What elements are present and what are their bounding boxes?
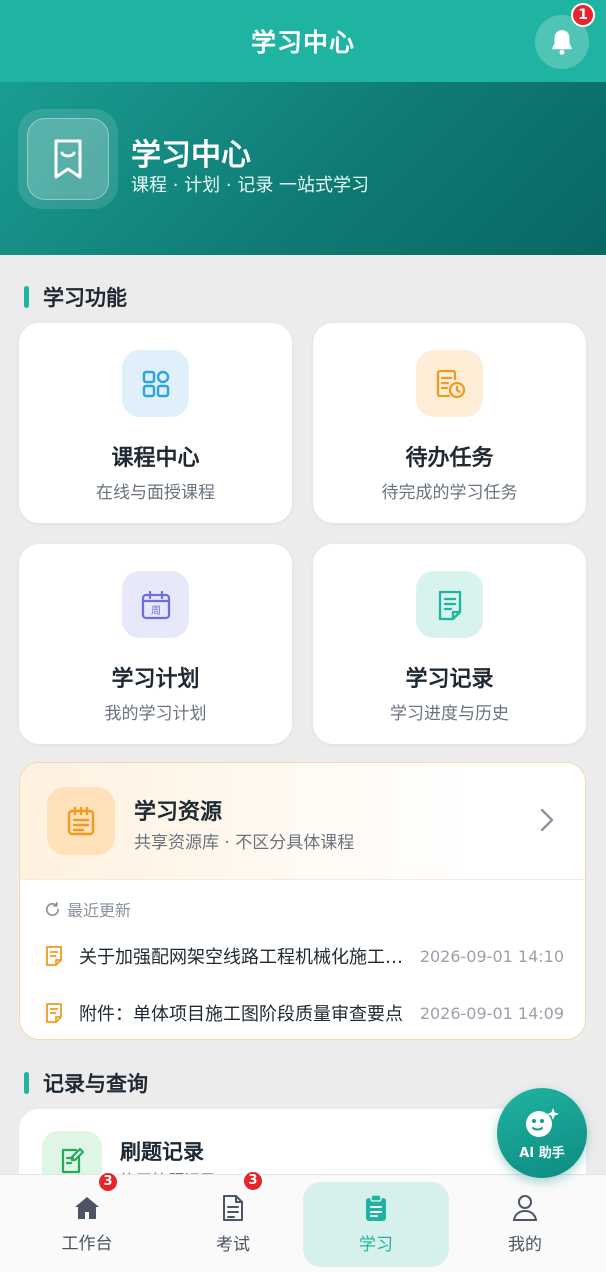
section-title-text: 学习功能	[43, 286, 127, 310]
ai-sparkle-icon	[526, 1107, 559, 1137]
notepad-icon	[47, 787, 115, 855]
tab-workbench[interactable]: 3 工作台	[14, 1170, 160, 1272]
section-title-records: 记录与查询	[24, 1068, 148, 1098]
tab-badge: 3	[242, 1169, 264, 1192]
resource-title: 附件：单体项目施工图阶段质量审查要点	[79, 1004, 403, 1025]
bookmark-icon	[27, 118, 109, 200]
tab-study[interactable]: 学习	[303, 1175, 449, 1272]
resource-item[interactable]: 附件：单体项目施工图阶段质量审查要点 2026-09-01 14:09	[44, 998, 564, 1028]
resource-time: 2026-09-01 14:10	[419, 946, 564, 966]
tab-label: 工作台	[61, 1233, 113, 1254]
card-todo-tasks[interactable]: 待办任务 待完成的学习任务	[313, 323, 586, 523]
tab-badge: 3	[97, 1170, 119, 1193]
tab-label: 考试	[216, 1234, 250, 1255]
notification-badge: 1	[571, 3, 595, 27]
calendar-week-label: 周	[151, 605, 161, 617]
resources-header[interactable]: 学习资源 共享资源库 · 不区分具体课程	[20, 763, 585, 880]
card-course-center[interactable]: 课程中心 在线与面授课程	[19, 323, 292, 523]
doc-icon	[46, 1003, 62, 1023]
grid-icon	[122, 350, 189, 417]
card-subtitle: 在线与面授课程	[96, 483, 215, 503]
exam-doc-icon	[223, 1194, 243, 1221]
card-title: 待办任务	[405, 446, 494, 471]
card-subtitle: 我的学习计划	[104, 704, 207, 724]
card-title: 学习计划	[111, 667, 200, 692]
hero-icon-frame	[18, 109, 118, 209]
bell-icon	[552, 30, 572, 55]
hero-banner: 学习中心 课程 · 计划 · 记录 一站式学习	[0, 82, 606, 255]
card-title: 学习记录	[405, 667, 494, 692]
card-study-plan[interactable]: 周 学习计划 我的学习计划	[19, 544, 292, 744]
resource-title: 关于加强配网架空线路工程机械化施工管理的通知	[79, 947, 414, 968]
recent-updates-label: 最近更新	[44, 897, 131, 921]
ai-assistant-label: AI 助手	[519, 1145, 565, 1161]
home-icon	[75, 1196, 99, 1219]
ai-assistant-button[interactable]: AI 助手	[497, 1088, 587, 1178]
task-clock-icon	[416, 350, 483, 417]
section-accent-bar	[24, 286, 29, 308]
user-icon	[512, 1194, 538, 1221]
notification-button[interactable]: 1	[535, 3, 595, 69]
card-subtitle: 学习进度与历史	[390, 704, 509, 724]
section-title-text: 记录与查询	[43, 1072, 148, 1096]
hero-subtitle: 课程 · 计划 · 记录 一站式学习	[131, 175, 370, 196]
section-accent-bar	[24, 1072, 29, 1094]
tab-mine[interactable]: 我的	[452, 1175, 598, 1272]
tab-label: 学习	[359, 1234, 393, 1255]
bottom-tab-bar: 3 工作台 3 考试 学习 我的	[0, 1169, 606, 1272]
tab-exam[interactable]: 3 考试	[160, 1169, 306, 1272]
hero-title: 学习中心	[131, 138, 251, 173]
section-title-functions: 学习功能	[24, 282, 127, 312]
resource-item[interactable]: 关于加强配网架空线路工程机械化施工管理的通知 2026-09-01 14:10	[44, 941, 564, 971]
resources-card: 学习资源 共享资源库 · 不区分具体课程 最近更新 关于加强配网架空线路工程机械…	[19, 762, 586, 1040]
top-bar: 学习中心 1	[0, 0, 606, 82]
document-icon	[416, 571, 483, 638]
chevron-right-icon	[540, 808, 554, 832]
page-title: 学习中心	[250, 28, 355, 57]
tab-label: 我的	[508, 1234, 542, 1255]
recent-updates-text: 最近更新	[67, 901, 132, 920]
card-title: 课程中心	[111, 446, 200, 471]
records-title: 刷题记录	[120, 1140, 204, 1164]
calendar-week-icon: 周	[122, 571, 189, 638]
resources-subtitle: 共享资源库 · 不区分具体课程	[134, 833, 355, 853]
refresh-icon	[46, 901, 60, 916]
clipboard-icon	[366, 1193, 386, 1221]
card-subtitle: 待完成的学习任务	[381, 483, 518, 503]
resource-time: 2026-09-01 14:09	[419, 1003, 564, 1023]
doc-icon	[46, 946, 62, 966]
resources-title: 学习资源	[134, 800, 223, 825]
card-study-records[interactable]: 学习记录 学习进度与历史	[313, 544, 586, 744]
